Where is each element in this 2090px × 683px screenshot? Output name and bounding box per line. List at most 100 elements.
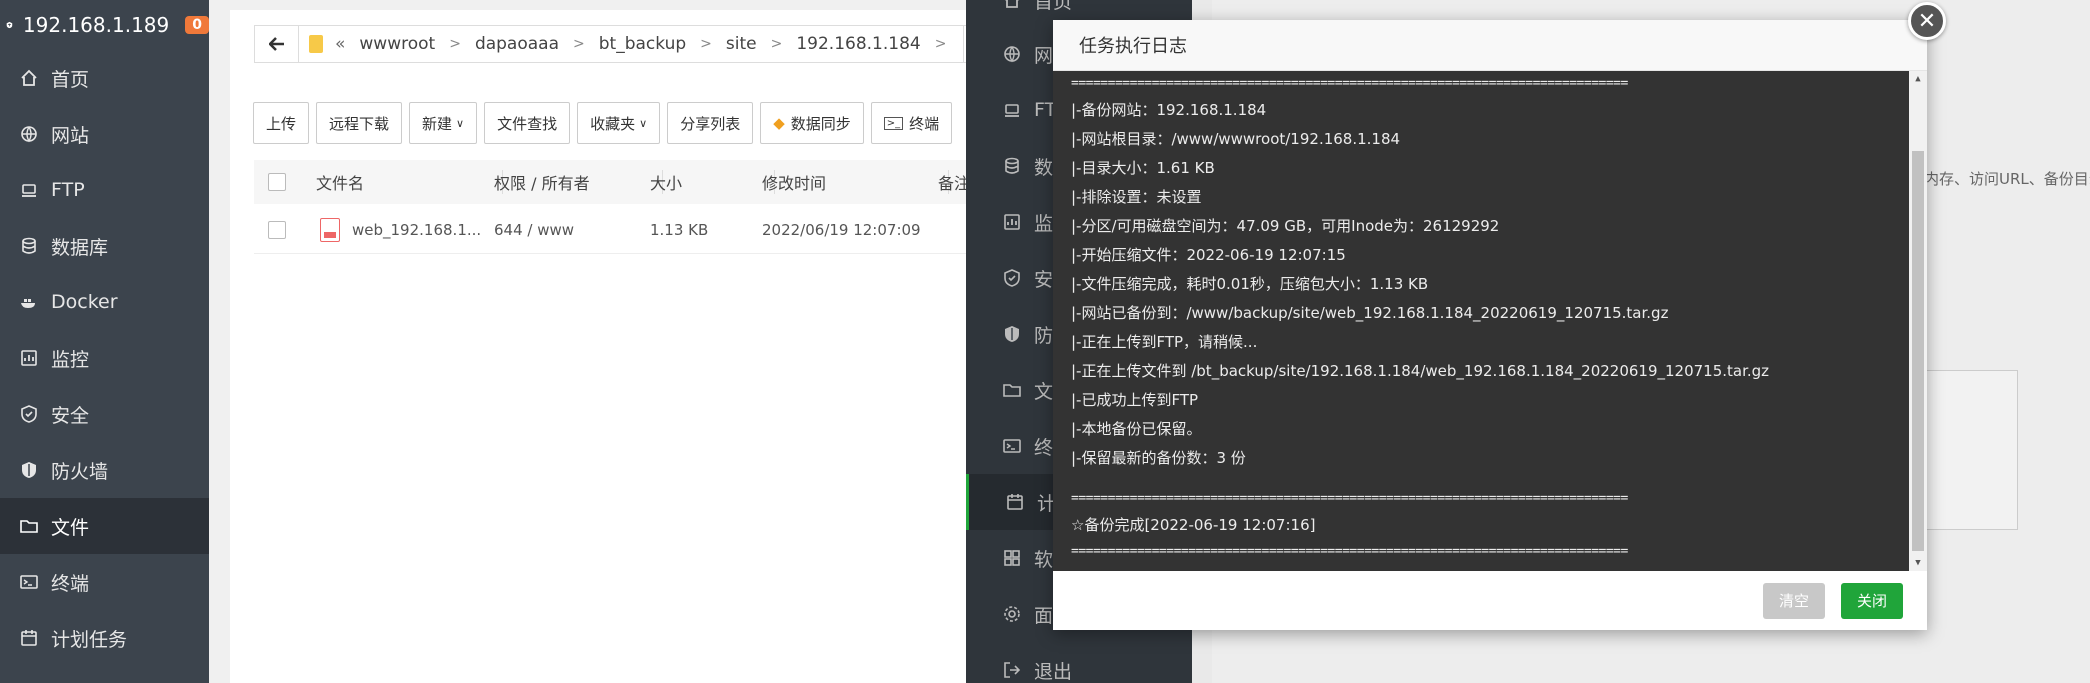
log-line: |-文件压缩完成，耗时0.01秒，压缩包大小：1.13 KB xyxy=(1071,275,1429,293)
breadcrumb-item[interactable]: site xyxy=(726,34,757,54)
modal-title: 任务执行日志 xyxy=(1053,20,1927,71)
terminal-icon xyxy=(1002,436,1022,456)
select-all-checkbox[interactable] xyxy=(268,173,286,191)
log-separator: ========================================… xyxy=(1071,543,1628,559)
breadcrumb-item[interactable]: bt_backup xyxy=(599,34,686,54)
remote-download-button[interactable]: 远程下载 xyxy=(316,102,403,144)
log-line: |-分区/可用磁盘空间为：47.09 GB，可用Inode为：26129292 xyxy=(1071,217,1500,235)
log-line: |-已成功上传到FTP xyxy=(1071,391,1199,409)
file-perm[interactable]: 644 / www xyxy=(494,206,574,253)
back-button[interactable] xyxy=(255,26,299,62)
database-icon xyxy=(19,236,39,256)
table-header: 文件名 权限 / 所有者 大小 修改时间 备注 xyxy=(254,160,994,204)
sidebar-item-4[interactable]: Docker xyxy=(0,274,209,330)
host-address: 192.168.1.189 xyxy=(22,13,170,37)
file-mtime: 2022/06/19 12:07:09 xyxy=(762,220,921,239)
breadcrumb-item[interactable]: 192.168.1.184 xyxy=(796,34,920,54)
modal-footer: 清空 关闭 xyxy=(1053,571,1927,630)
col-perm[interactable]: 权限 / 所有者 xyxy=(494,160,590,204)
chevron-down-icon: ∨ xyxy=(456,116,465,130)
overlay-nav-label: 退出 xyxy=(1034,660,1073,683)
ftp-icon xyxy=(19,180,39,200)
shield-icon xyxy=(1002,268,1022,288)
log-scrollbar[interactable]: ▲ ▼ xyxy=(1909,71,1927,571)
sidebar-item-label: 首页 xyxy=(51,68,90,91)
file-search-button[interactable]: 文件查找 xyxy=(484,102,571,144)
sidebar-item-0[interactable]: 首页 xyxy=(0,50,209,106)
log-line: |-正在上传文件到 /bt_backup/site/192.168.1.184/… xyxy=(1071,362,1770,380)
sidebar-item-7[interactable]: 防火墙 xyxy=(0,442,209,498)
scroll-down-icon[interactable]: ▼ xyxy=(1912,557,1924,569)
file-toolbar: 上传 远程下载 新建 ∨ 文件查找 收藏夹 ∨ 分享列表 ◆ 数据同步 >_ 终端 xyxy=(253,102,953,144)
chevron-right-icon: > xyxy=(770,36,783,52)
sidebar-item-label: Docker xyxy=(51,291,118,313)
globe-icon xyxy=(19,124,39,144)
log-done-line: ☆备份完成[2022-06-19 12:07:16] xyxy=(1071,516,1316,534)
notification-badge[interactable]: 0 xyxy=(185,16,209,34)
breadcrumb-item[interactable]: dapaoaaa xyxy=(475,34,559,54)
new-button[interactable]: 新建 ∨ xyxy=(409,102,478,144)
upload-button[interactable]: 上传 xyxy=(253,102,310,144)
sidebar-item-2[interactable]: FTP xyxy=(0,162,209,218)
terminal-button[interactable]: >_ 终端 xyxy=(870,102,953,144)
sidebar-item-3[interactable]: 数据库 xyxy=(0,218,209,274)
sidebar-item-label: 网站 xyxy=(51,124,90,147)
scroll-thumb[interactable] xyxy=(1912,151,1924,551)
sidebar-item-6[interactable]: 安全 xyxy=(0,386,209,442)
log-output: ========================================… xyxy=(1053,71,1927,571)
scroll-up-icon[interactable]: ▲ xyxy=(1912,73,1924,85)
firewall-icon xyxy=(19,460,39,480)
sidebar-item-5[interactable]: 监控 xyxy=(0,330,209,386)
log-line: |-备份网站：192.168.1.184 xyxy=(1071,101,1267,119)
database-icon xyxy=(1002,156,1022,176)
log-line: |-正在上传到FTP，请稍候... xyxy=(1071,333,1258,351)
folder-icon xyxy=(19,516,39,536)
sidebar-item-label: 计划任务 xyxy=(51,628,128,651)
calendar-icon xyxy=(19,628,39,648)
sidebar-item-8[interactable]: 文件 xyxy=(0,498,209,554)
overlay-nav-label: 安 xyxy=(1034,268,1054,291)
chevron-right-icon: > xyxy=(573,36,585,52)
firewall-icon xyxy=(1002,324,1022,344)
breadcrumb-item[interactable]: wwwroot xyxy=(359,34,435,54)
modal-close-icon[interactable]: ✕ xyxy=(1908,2,1946,40)
overlay-nav-label: 面 xyxy=(1034,604,1054,627)
share-list-button[interactable]: 分享列表 xyxy=(667,102,754,144)
table-row[interactable]: web_192.168.1... 644 / www 1.13 KB 2022/… xyxy=(254,206,994,254)
chevron-right-icon: > xyxy=(449,36,461,52)
log-line: |-保留最新的备份数：3 份 xyxy=(1071,449,1246,467)
close-button[interactable]: 关闭 xyxy=(1840,582,1903,619)
overlay-nav-item: 退出 xyxy=(966,642,1192,683)
folder-icon xyxy=(309,35,323,53)
file-name[interactable]: web_192.168.1... xyxy=(352,221,481,239)
sidebar-item-10[interactable]: 计划任务 xyxy=(0,610,209,666)
panel-textarea[interactable] xyxy=(1922,370,2018,530)
overlay-nav-label: 软 xyxy=(1034,548,1054,571)
monitor-icon xyxy=(1002,212,1022,232)
panel-logo-icon xyxy=(6,21,13,29)
arrow-left-icon xyxy=(268,37,284,51)
monitor-icon xyxy=(19,348,39,368)
path-bar: « wwwroot > dapaoaaa > bt_backup > site >192.16… xyxy=(254,25,994,63)
home-icon xyxy=(1002,0,1022,10)
col-name[interactable]: 文件名 xyxy=(316,160,364,204)
log-line: |-排除设置：未设置 xyxy=(1071,188,1202,206)
col-mtime[interactable]: 修改时间 xyxy=(762,160,826,204)
sidebar-item-label: 数据库 xyxy=(51,236,109,259)
overlay-nav-label: 首页 xyxy=(1034,0,1073,13)
row-checkbox[interactable] xyxy=(268,220,286,239)
overlay-nav-label: 数 xyxy=(1034,156,1054,179)
sidebar-item-9[interactable]: 终端 xyxy=(0,554,209,610)
sidebar-item-1[interactable]: 网站 xyxy=(0,106,209,162)
clear-button[interactable]: 清空 xyxy=(1762,582,1825,619)
sidebar-item-label: 安全 xyxy=(51,404,90,427)
double-chevron-icon: « xyxy=(335,34,346,54)
data-sync-button[interactable]: ◆ 数据同步 xyxy=(760,102,864,144)
terminal-icon: >_ xyxy=(883,116,904,130)
col-size[interactable]: 大小 xyxy=(650,160,682,204)
folder-icon xyxy=(1002,380,1022,400)
home-icon xyxy=(19,68,39,88)
shield-icon xyxy=(19,404,39,424)
file-size: 1.13 KB xyxy=(650,220,709,239)
favorites-button[interactable]: 收藏夹 ∨ xyxy=(577,102,661,144)
